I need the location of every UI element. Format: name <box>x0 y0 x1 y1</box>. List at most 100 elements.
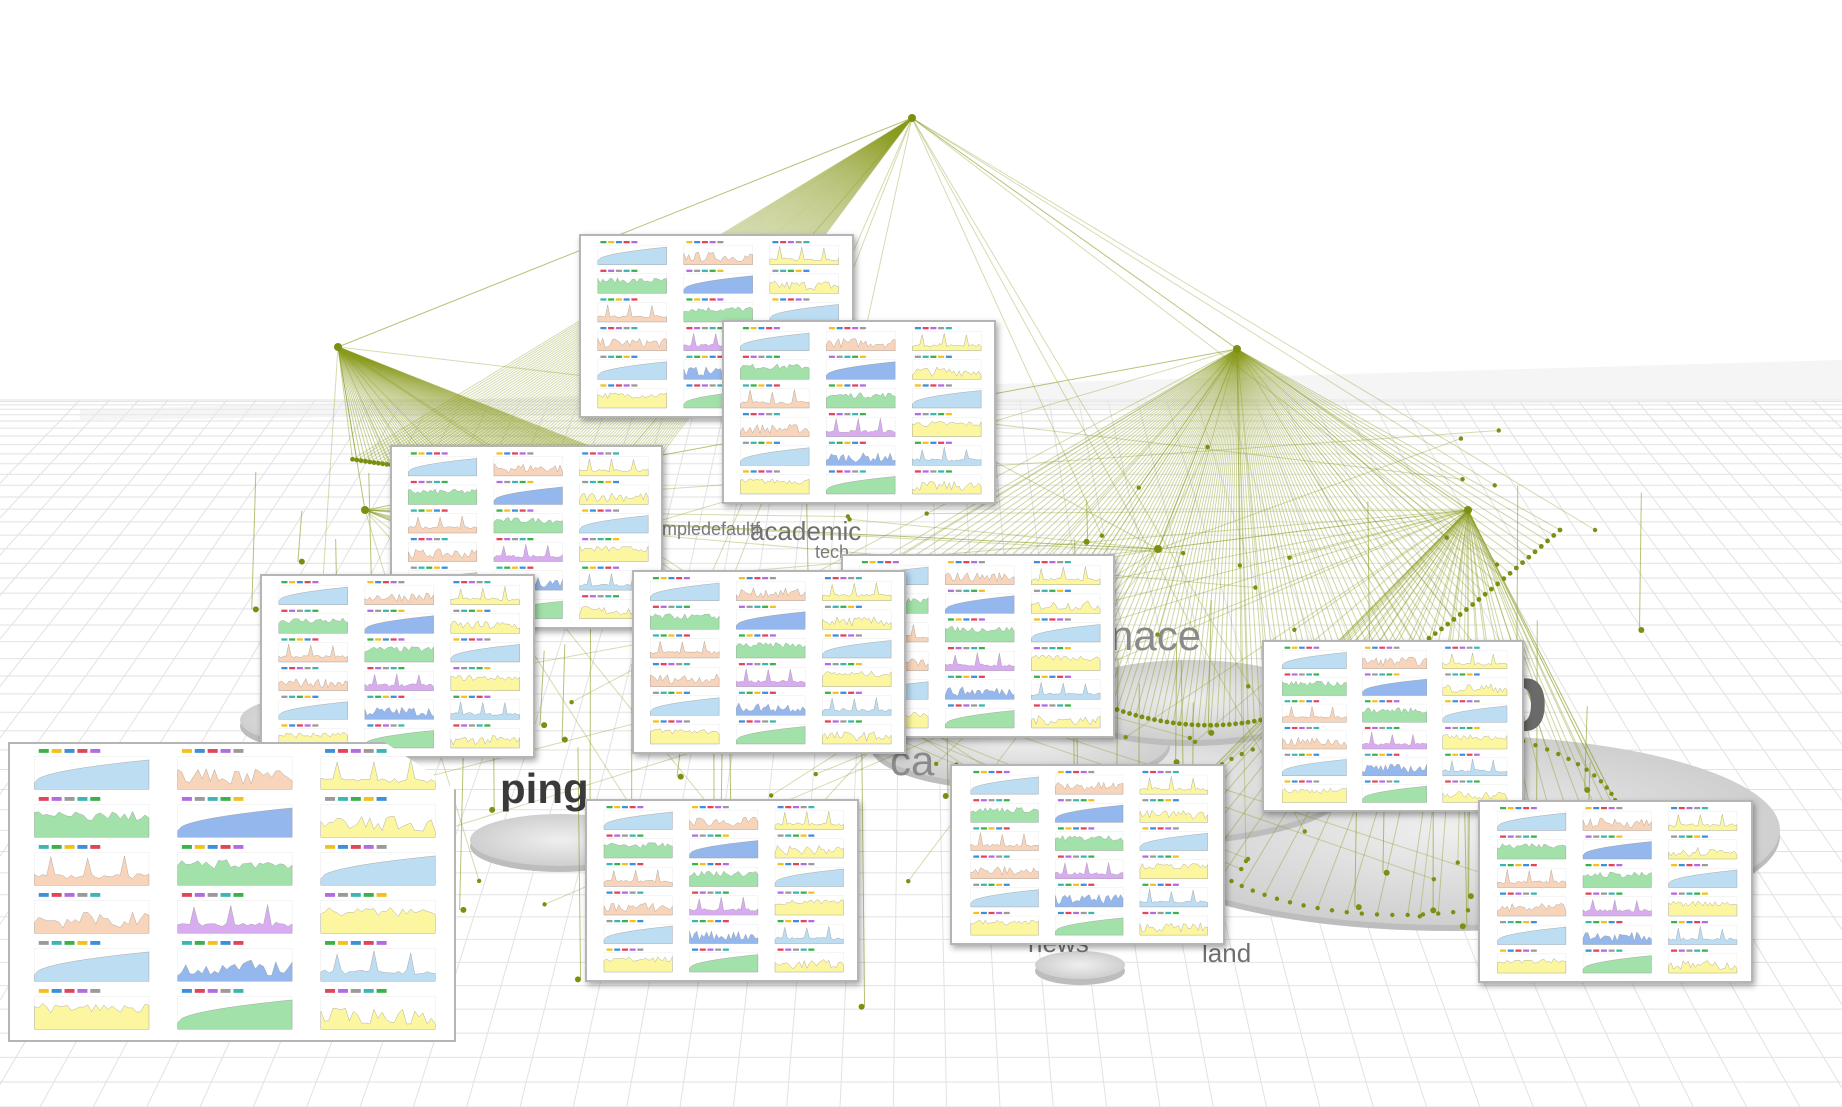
graph-node[interactable] <box>1405 912 1410 918</box>
graph-node[interactable] <box>1229 878 1234 884</box>
graph-node[interactable] <box>1344 909 1349 915</box>
graph-node[interactable] <box>1494 562 1500 567</box>
graph-node[interactable] <box>1538 543 1544 549</box>
graph-node[interactable] <box>1245 719 1251 725</box>
graph-node[interactable] <box>942 792 949 799</box>
graph-node[interactable] <box>858 1003 865 1010</box>
graph-node[interactable] <box>1315 905 1320 911</box>
graph-node[interactable] <box>1492 483 1497 488</box>
graph-node[interactable] <box>1292 627 1297 633</box>
graph-node[interactable] <box>1459 923 1466 930</box>
graph-node[interactable] <box>1556 751 1561 757</box>
graph-node[interactable] <box>924 511 929 516</box>
graph-node[interactable] <box>350 456 355 462</box>
graph-node[interactable] <box>1239 866 1244 872</box>
graph-node[interactable] <box>1495 581 1501 587</box>
graph-node[interactable] <box>1638 627 1645 634</box>
graph-node[interactable] <box>1458 436 1464 441</box>
graph-node[interactable] <box>1436 911 1441 916</box>
graph-node[interactable] <box>1145 715 1151 721</box>
graph-node[interactable] <box>1526 554 1532 560</box>
graph-node[interactable] <box>768 793 774 798</box>
graph-node[interactable] <box>1208 729 1215 736</box>
graph-node[interactable] <box>1251 718 1257 724</box>
graph-node[interactable] <box>1287 900 1293 905</box>
graph-node[interactable] <box>1598 779 1604 784</box>
graph-node[interactable] <box>1584 786 1591 793</box>
graph-node[interactable] <box>1262 892 1267 898</box>
graph-node[interactable] <box>908 114 916 122</box>
graph-node[interactable] <box>1152 717 1157 723</box>
graph-node[interactable] <box>1464 506 1472 514</box>
graph-node[interactable] <box>1520 560 1525 566</box>
graph-node[interactable] <box>1532 549 1538 555</box>
graph-node[interactable] <box>1253 585 1258 590</box>
graph-node[interactable] <box>1482 591 1488 597</box>
graph-node[interactable] <box>1355 904 1362 911</box>
graph-node[interactable] <box>1451 909 1456 915</box>
graph-node[interactable] <box>1250 888 1255 893</box>
graph-node[interactable] <box>1566 756 1571 762</box>
graph-node[interactable] <box>1439 626 1444 632</box>
graph-node[interactable] <box>1233 345 1241 353</box>
graph-node[interactable] <box>384 462 390 467</box>
graph-node[interactable] <box>1239 751 1244 757</box>
graph-node[interactable] <box>1584 767 1589 772</box>
graph-node[interactable] <box>1457 612 1463 617</box>
dashboard-panel-11-expanded[interactable] <box>8 742 456 1042</box>
graph-node[interactable] <box>1455 860 1460 865</box>
dashboard-panel-4[interactable] <box>260 574 535 758</box>
graph-node[interactable] <box>561 736 568 743</box>
graph-node[interactable] <box>476 878 482 884</box>
graph-node[interactable] <box>1250 747 1255 752</box>
graph-node[interactable] <box>1123 734 1128 740</box>
graph-node[interactable] <box>1496 428 1501 433</box>
dashboard-panel-2[interactable] <box>722 320 996 504</box>
graph-node[interactable] <box>1507 570 1513 576</box>
graph-node[interactable] <box>574 976 581 983</box>
graph-node[interactable] <box>367 459 373 465</box>
graph-node[interactable] <box>1545 538 1550 544</box>
graph-node[interactable] <box>1476 597 1482 602</box>
graph-node[interactable] <box>1226 722 1232 727</box>
graph-node[interactable] <box>1099 533 1105 538</box>
graph-node[interactable] <box>1444 535 1449 540</box>
graph-node[interactable] <box>1417 914 1422 919</box>
graph-node[interactable] <box>1592 773 1597 778</box>
graph-node[interactable] <box>1575 761 1581 767</box>
graph-node[interactable] <box>542 902 547 907</box>
graph-node[interactable] <box>1301 903 1306 908</box>
graph-node[interactable] <box>1551 533 1557 538</box>
graph-node[interactable] <box>1604 785 1609 790</box>
dashboard-panel-8[interactable] <box>950 764 1225 945</box>
graph-node[interactable] <box>375 460 381 466</box>
graph-node[interactable] <box>1180 550 1186 556</box>
graph-node[interactable] <box>1243 858 1249 864</box>
graph-node[interactable] <box>1154 545 1162 553</box>
graph-node[interactable] <box>1488 586 1494 592</box>
graph-node[interactable] <box>1229 756 1234 762</box>
graph-node[interactable] <box>1136 485 1141 490</box>
graph-node[interactable] <box>298 558 305 565</box>
graph-node[interactable] <box>1114 707 1120 712</box>
graph-node[interactable] <box>1220 722 1226 728</box>
graph-node[interactable] <box>1470 602 1476 607</box>
graph-node[interactable] <box>1127 711 1132 716</box>
graph-node[interactable] <box>1158 718 1164 724</box>
dashboard-panel-10[interactable] <box>1478 800 1753 983</box>
dashboard-panel-7[interactable] <box>1262 640 1524 812</box>
graph-node[interactable] <box>380 461 386 467</box>
graph-node[interactable] <box>1195 722 1201 728</box>
graph-node[interactable] <box>1192 739 1198 745</box>
graph-node[interactable] <box>1237 563 1243 568</box>
graph-node[interactable] <box>354 457 360 463</box>
graph-node[interactable] <box>1513 565 1519 571</box>
graph-node[interactable] <box>906 879 911 884</box>
graph-node[interactable] <box>489 806 496 813</box>
graph-node[interactable] <box>1374 912 1380 917</box>
graph-node[interactable] <box>358 458 364 464</box>
graph-node[interactable] <box>1460 476 1465 482</box>
graph-node[interactable] <box>252 606 259 613</box>
graph-node[interactable] <box>1432 631 1438 637</box>
graph-node[interactable] <box>1430 907 1437 914</box>
